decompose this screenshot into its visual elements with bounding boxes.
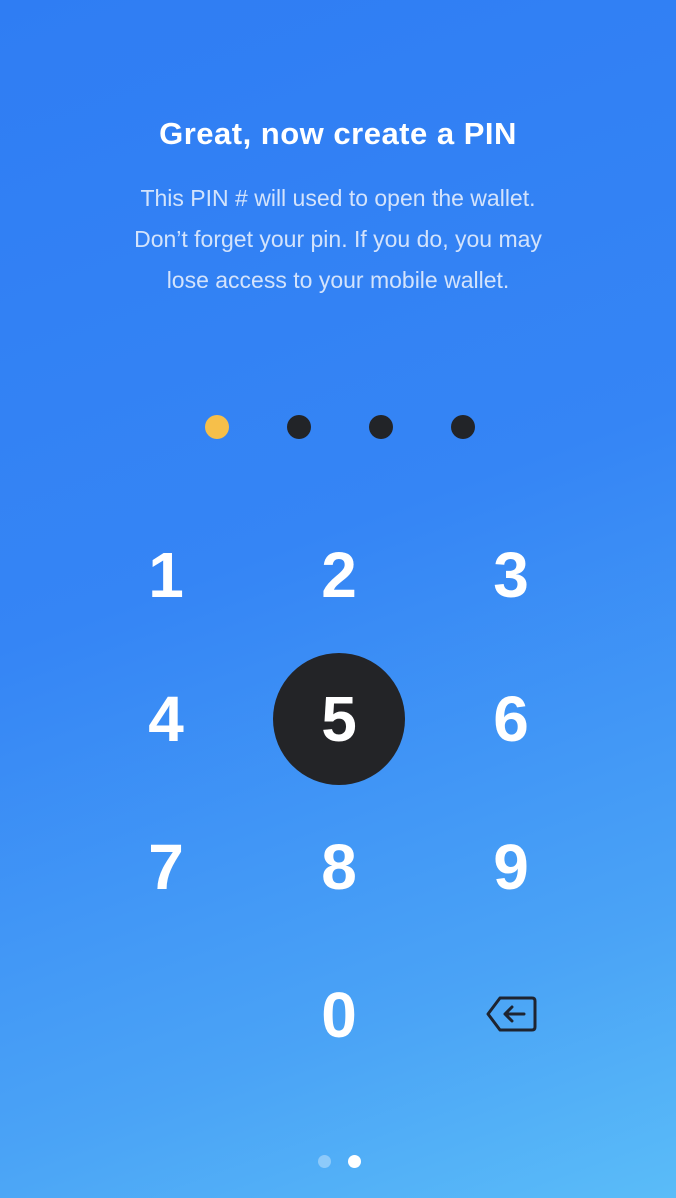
key-0[interactable]: 0 (273, 949, 405, 1081)
backspace-button[interactable] (472, 974, 552, 1054)
key-5[interactable]: 5 (273, 653, 405, 785)
key-6[interactable]: 6 (445, 653, 577, 785)
create-pin-screen: Great, now create a PIN This PIN # will … (0, 0, 676, 1198)
page-indicator (0, 1155, 676, 1169)
key-4[interactable]: 4 (100, 653, 232, 785)
key-8[interactable]: 8 (273, 801, 405, 933)
backspace-icon (486, 996, 537, 1032)
key-9[interactable]: 9 (445, 801, 577, 933)
key-2[interactable]: 2 (273, 509, 405, 641)
page-dot-1[interactable] (318, 1155, 331, 1168)
key-1[interactable]: 1 (100, 509, 232, 641)
key-7[interactable]: 7 (100, 801, 232, 933)
key-3[interactable]: 3 (445, 509, 577, 641)
numeric-keypad: 1 2 3 4 5 6 7 8 9 0 (0, 0, 676, 1198)
page-dot-2[interactable] (348, 1155, 361, 1168)
